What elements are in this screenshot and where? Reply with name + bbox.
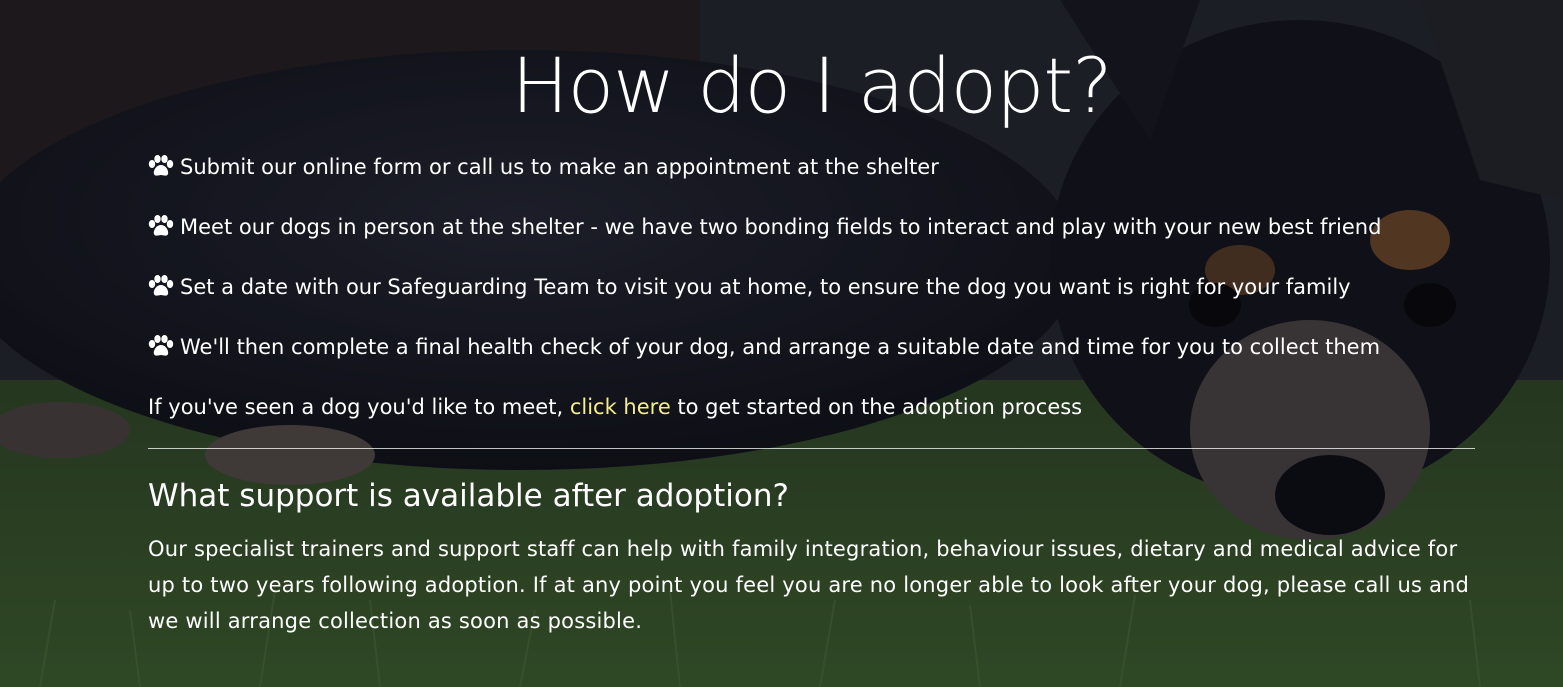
cta-text-after: to get started on the adoption process: [670, 395, 1083, 419]
step-text: Submit our online form or call us to mak…: [180, 155, 939, 179]
section-divider: [148, 448, 1475, 449]
click-here-link[interactable]: click here: [570, 395, 671, 419]
page-title: How do I adopt?: [511, 41, 1112, 130]
cta-text-before: If you've seen a dog you'd like to meet,: [148, 395, 570, 419]
paw-icon: [148, 155, 174, 176]
paw-icon: [148, 335, 174, 356]
step-text: Set a date with our Safeguarding Team to…: [180, 275, 1351, 299]
support-paragraph: Our specialist trainers and support staf…: [148, 537, 1470, 633]
list-item: Meet our dogs in person at the shelter -…: [148, 210, 1475, 270]
list-item: Set a date with our Safeguarding Team to…: [148, 270, 1475, 330]
support-heading: What support is available after adoption…: [148, 478, 789, 514]
adoption-steps-list: Submit our online form or call us to mak…: [148, 150, 1475, 390]
step-text: We'll then complete a final health check…: [180, 335, 1381, 359]
step-text: Meet our dogs in person at the shelter -…: [180, 215, 1382, 239]
paw-icon: [148, 215, 174, 236]
paw-icon: [148, 275, 174, 296]
list-item: We'll then complete a final health check…: [148, 330, 1475, 390]
list-item: Submit our online form or call us to mak…: [148, 150, 1475, 210]
adoption-cta: If you've seen a dog you'd like to meet,…: [148, 390, 1082, 424]
